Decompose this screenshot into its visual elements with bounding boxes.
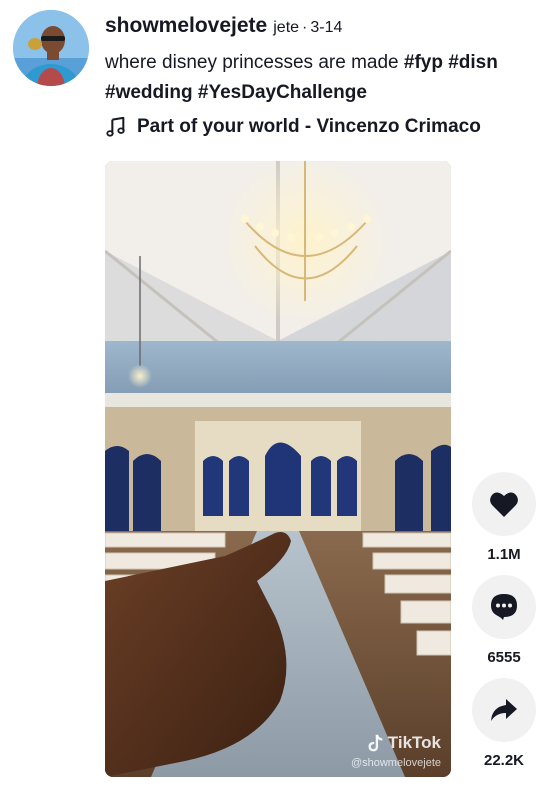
like-button[interactable] — [472, 472, 536, 536]
author-line: showmelovejete jete · 3-14 — [105, 14, 342, 40]
like-action: 1.1M — [472, 472, 536, 564]
music-link[interactable]: Part of your world - Vincenzo Crimaco — [105, 113, 481, 141]
author-username[interactable]: showmelovejete — [105, 14, 267, 37]
heart-icon — [490, 492, 518, 517]
caption-line-1: where disney princesses are made #fyp #d… — [105, 48, 543, 78]
comment-button[interactable] — [472, 575, 536, 639]
tiktok-watermark: TikTok @showmelovejete — [351, 733, 441, 769]
hashtag-disn[interactable]: #disn — [448, 52, 498, 73]
watermark-handle: @showmelovejete — [350, 757, 441, 769]
share-count: 22.2K — [483, 752, 525, 769]
share-button[interactable] — [472, 678, 536, 742]
video-player[interactable]: TikTok @showmelovejete — [105, 161, 451, 777]
author-separator: · — [302, 19, 308, 36]
like-count: 1.1M — [487, 546, 521, 563]
caption-line-2: #wedding #YesDayChallenge — [105, 78, 543, 108]
post-caption: where disney princesses are made #fyp #d… — [105, 48, 543, 108]
avatar-image — [13, 10, 89, 86]
hashtag-yesdaychallenge[interactable]: #YesDayChallenge — [198, 82, 367, 103]
hashtag-fyp[interactable]: #fyp — [404, 52, 443, 73]
comment-icon — [491, 594, 517, 620]
post-date: 3-14 — [310, 19, 343, 36]
watermark-brand: TikTok — [387, 733, 441, 752]
tiktok-logo-icon — [368, 734, 383, 752]
video-frame — [105, 161, 451, 777]
tiktok-post: showmelovejete jete · 3-14 where disney pri… — [0, 0, 543, 793]
music-note-icon — [106, 116, 125, 137]
action-bar: 1.1M 6555 22.2K — [472, 472, 536, 781]
author-nickname[interactable]: jete — [273, 19, 299, 36]
comment-count: 6555 — [487, 649, 521, 666]
comment-action: 6555 — [472, 575, 536, 667]
hashtag-wedding[interactable]: #wedding — [105, 82, 193, 103]
avatar[interactable] — [13, 10, 89, 86]
caption-text: where disney princesses are made — [105, 52, 399, 73]
share-arrow-icon — [491, 699, 517, 721]
share-action: 22.2K — [472, 678, 536, 770]
music-title: Part of your world - Vincenzo Crimaco — [137, 116, 481, 137]
